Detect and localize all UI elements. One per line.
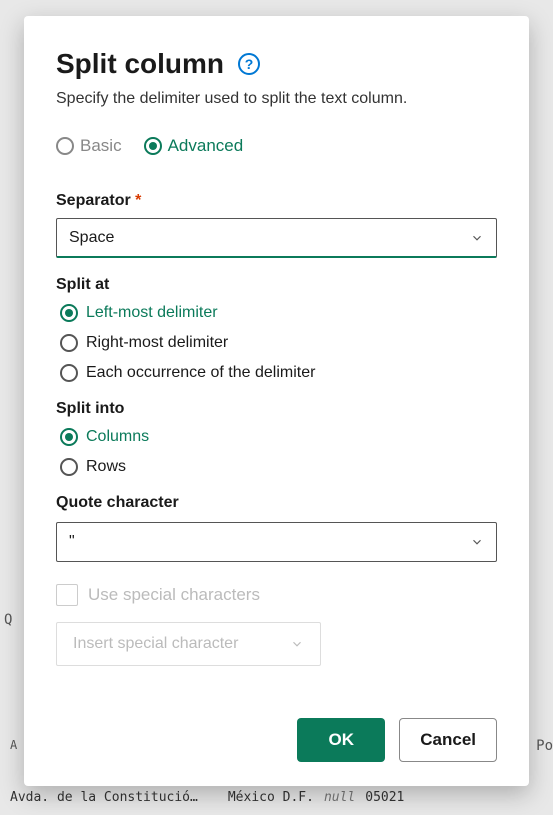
chevron-down-icon: [470, 231, 484, 245]
ok-button[interactable]: OK: [297, 718, 385, 762]
radio-icon: [56, 137, 74, 155]
quote-char-select[interactable]: ": [56, 522, 497, 562]
chevron-down-icon: [290, 637, 304, 651]
separator-label: Separator *: [56, 192, 497, 210]
quote-char-value: ": [69, 533, 75, 551]
mode-basic-label: Basic: [80, 136, 122, 156]
required-asterisk: *: [135, 192, 141, 209]
help-icon[interactable]: ?: [238, 53, 260, 75]
radio-icon: [60, 304, 78, 322]
bg-data-row: Avda. de la Constitució… México D.F. nul…: [10, 790, 404, 805]
use-special-chars-label: Use special characters: [88, 585, 260, 605]
dialog-footer: OK Cancel: [56, 718, 497, 762]
split-into-rows-label: Rows: [86, 458, 126, 476]
dialog-subtitle: Specify the delimiter used to split the …: [56, 90, 497, 108]
mode-radio-group: Basic Advanced: [56, 136, 497, 156]
radio-icon: [144, 137, 162, 155]
checkbox-icon: [56, 584, 78, 606]
split-into-columns-radio[interactable]: Columns: [60, 428, 497, 446]
split-at-right-radio[interactable]: Right-most delimiter: [60, 334, 497, 352]
radio-icon: [60, 428, 78, 446]
dialog-header: Split column ?: [56, 48, 497, 80]
mode-basic-radio[interactable]: Basic: [56, 136, 122, 156]
split-at-label: Split at: [56, 276, 497, 294]
separator-select[interactable]: Space: [56, 218, 497, 258]
insert-special-char-button: Insert special character: [56, 622, 321, 666]
split-at-group: Left-most delimiter Right-most delimiter…: [56, 304, 497, 382]
quote-char-label: Quote character: [56, 494, 497, 512]
bg-row-null: null: [324, 790, 355, 805]
split-at-right-label: Right-most delimiter: [86, 334, 228, 352]
split-at-left-label: Left-most delimiter: [86, 304, 218, 322]
bg-row-address: Avda. de la Constitució…: [10, 790, 198, 805]
bg-text-a: A: [10, 738, 17, 752]
split-column-dialog: Split column ? Specify the delimiter use…: [24, 16, 529, 786]
bg-row-city: México D.F.: [228, 790, 314, 805]
split-at-left-radio[interactable]: Left-most delimiter: [60, 304, 497, 322]
split-into-label: Split into: [56, 400, 497, 418]
use-special-chars-checkbox: Use special characters: [56, 584, 497, 606]
split-into-group: Columns Rows: [56, 428, 497, 476]
separator-label-text: Separator: [56, 192, 131, 209]
dialog-title: Split column: [56, 48, 224, 80]
split-at-each-label: Each occurrence of the delimiter: [86, 364, 315, 382]
bg-text-q: Q: [4, 612, 12, 628]
chevron-down-icon: [470, 535, 484, 549]
radio-icon: [60, 458, 78, 476]
insert-special-char-label: Insert special character: [73, 635, 238, 653]
radio-icon: [60, 334, 78, 352]
split-into-rows-radio[interactable]: Rows: [60, 458, 497, 476]
split-at-each-radio[interactable]: Each occurrence of the delimiter: [60, 364, 497, 382]
radio-icon: [60, 364, 78, 382]
cancel-button[interactable]: Cancel: [399, 718, 497, 762]
bg-row-code: 05021: [365, 790, 404, 805]
separator-value: Space: [69, 229, 114, 247]
mode-advanced-label: Advanced: [168, 136, 244, 156]
bg-text-po: Po: [536, 738, 553, 754]
split-into-columns-label: Columns: [86, 428, 149, 446]
mode-advanced-radio[interactable]: Advanced: [144, 136, 244, 156]
